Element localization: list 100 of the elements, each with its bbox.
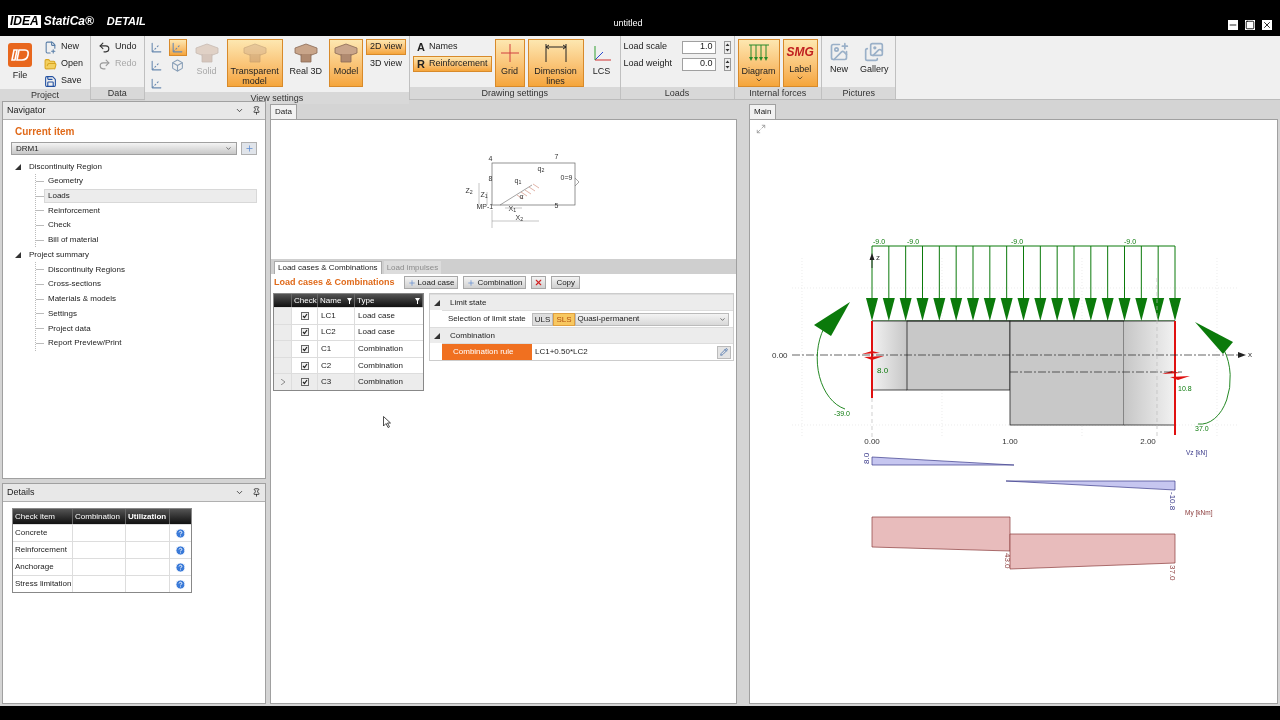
tree-item[interactable]: Discontinuity Regions: [44, 262, 257, 277]
copy-button[interactable]: Copy: [551, 276, 581, 289]
ribbon-button[interactable]: Undo: [94, 39, 141, 55]
table-cell: C1: [318, 341, 355, 357]
table-cell-text: Combination: [357, 376, 404, 389]
save-icon: [44, 74, 57, 88]
help-icon[interactable]: [175, 578, 186, 590]
ribbon-button[interactable]: 3D view: [366, 56, 407, 72]
ribbon-button[interactable]: New: [40, 39, 88, 55]
letter-icon: SMG: [786, 42, 814, 62]
plus-icon: [467, 278, 476, 287]
tree-node[interactable]: Project summary: [11, 247, 257, 263]
add-picture-icon: [828, 42, 849, 62]
number-field[interactable]: 0.0: [681, 57, 716, 71]
pin-icon[interactable]: [252, 488, 261, 497]
window-title: untitled: [612, 16, 644, 30]
spinner-icon[interactable]: [723, 57, 731, 71]
ribbon-button[interactable]: R Reinforcement: [413, 56, 492, 72]
tree-item[interactable]: Check: [44, 218, 257, 233]
dropdown-caret-icon[interactable]: [235, 488, 244, 497]
panel-tab[interactable]: Main: [749, 104, 777, 119]
edit-button[interactable]: [717, 345, 731, 359]
combination-rule-value: LC1+0.50*LC2: [534, 346, 589, 358]
checkbox[interactable]: [300, 345, 309, 353]
expanded-icon[interactable]: [15, 163, 21, 170]
ribbon-large-button[interactable]: New: [824, 39, 853, 87]
ribbon-large-button[interactable]: LCS: [586, 39, 617, 87]
add-button[interactable]: Combination: [463, 276, 527, 289]
table-row[interactable]: C3 Combination: [274, 373, 423, 390]
tree-item[interactable]: Report Preview/Print: [44, 336, 257, 351]
tree-item[interactable]: Project data: [44, 321, 257, 336]
filter-icon[interactable]: [415, 297, 420, 304]
axes-icon: [150, 59, 164, 72]
limit-state-option[interactable]: SLS: [553, 312, 575, 326]
ribbon-button[interactable]: Save: [40, 73, 88, 89]
tree-item[interactable]: Cross-sections: [44, 277, 257, 292]
checkbox[interactable]: [300, 361, 309, 370]
ribbon-large-button[interactable]: SMG Label: [782, 39, 818, 87]
number-field[interactable]: 1.0: [681, 40, 716, 54]
tree-item[interactable]: Loads: [44, 189, 257, 204]
ribbon-large-button[interactable]: Diagram: [737, 39, 780, 87]
table-cell: Anchorage: [13, 559, 73, 575]
folder-icon: [44, 57, 57, 71]
help-icon[interactable]: [175, 544, 186, 556]
property-section-header[interactable]: Combination: [430, 327, 733, 343]
table-cell: LC1: [318, 308, 355, 324]
ribbon-large-button[interactable]: Transparent model: [226, 39, 283, 87]
tree-item[interactable]: Materials & models: [44, 292, 257, 307]
redo-icon: [98, 57, 112, 71]
expanded-icon[interactable]: [434, 299, 440, 306]
item-dropdown[interactable]: DRM1: [11, 142, 238, 155]
expanded-icon[interactable]: [15, 251, 21, 258]
letter-icon: R: [417, 58, 426, 70]
minimize-icon[interactable]: [1228, 20, 1238, 30]
tree-node[interactable]: Discontinuity Region: [11, 159, 257, 174]
expanded-icon[interactable]: [434, 332, 440, 339]
table-row[interactable]: C1 Combination: [274, 340, 423, 357]
axes-icon: [171, 41, 185, 54]
property-label: Selection of limit state: [447, 313, 527, 325]
delete-icon: [534, 278, 544, 287]
checkbox[interactable]: [300, 311, 309, 320]
ribbon-group-label: Loads: [620, 87, 734, 99]
maximize-icon[interactable]: [1245, 20, 1255, 30]
ribbon-large-button[interactable]: File: [3, 39, 37, 87]
spinner-icon[interactable]: [723, 40, 731, 54]
help-icon[interactable]: [175, 527, 186, 539]
ribbon-large-button[interactable]: Grid: [494, 39, 525, 87]
ribbon-large-button[interactable]: Model: [329, 39, 364, 87]
checkbox[interactable]: [300, 328, 309, 337]
table-row[interactable]: LC1 Load case: [274, 307, 423, 324]
help-icon[interactable]: [175, 561, 186, 573]
dropdown-caret-icon[interactable]: [235, 106, 244, 115]
axis-arrow: [869, 253, 875, 269]
pin-icon[interactable]: [252, 106, 261, 115]
table-cell: Reinforcement: [13, 542, 73, 558]
section-title: Current item: [14, 125, 76, 139]
ribbon-button[interactable]: A Names: [413, 39, 492, 55]
view-tool-button[interactable]: [168, 39, 187, 56]
ribbon-large-button[interactable]: Real 3D: [285, 39, 327, 87]
axes-icon: [150, 41, 164, 54]
ribbon-button[interactable]: Open: [40, 56, 88, 72]
property-section-header[interactable]: Limit state: [430, 294, 733, 310]
panel-tab[interactable]: Data: [270, 104, 297, 119]
tab[interactable]: Load cases & Combinations: [274, 261, 382, 274]
limit-state-dropdown[interactable]: Quasi-permanent: [574, 312, 729, 326]
filter-icon[interactable]: [347, 297, 352, 304]
panel-title: Details: [7, 485, 36, 499]
checkbox[interactable]: [300, 378, 309, 387]
tree-item[interactable]: Settings: [44, 306, 257, 321]
limit-state-option[interactable]: ULS: [531, 312, 554, 326]
ribbon-button[interactable]: 2D view: [366, 39, 407, 55]
tree-item[interactable]: Geometry: [44, 174, 257, 189]
add-button[interactable]: Load case: [403, 276, 459, 289]
tree-item[interactable]: Bill of material: [44, 233, 257, 248]
delete-button[interactable]: [531, 276, 547, 289]
tree-item[interactable]: Reinforcement: [44, 203, 257, 218]
ribbon-large-button[interactable]: Gallery: [855, 39, 893, 87]
close-icon[interactable]: [1262, 20, 1272, 30]
pictures-icon: [864, 42, 885, 62]
ribbon-large-button[interactable]: Dimension lines: [527, 39, 584, 87]
